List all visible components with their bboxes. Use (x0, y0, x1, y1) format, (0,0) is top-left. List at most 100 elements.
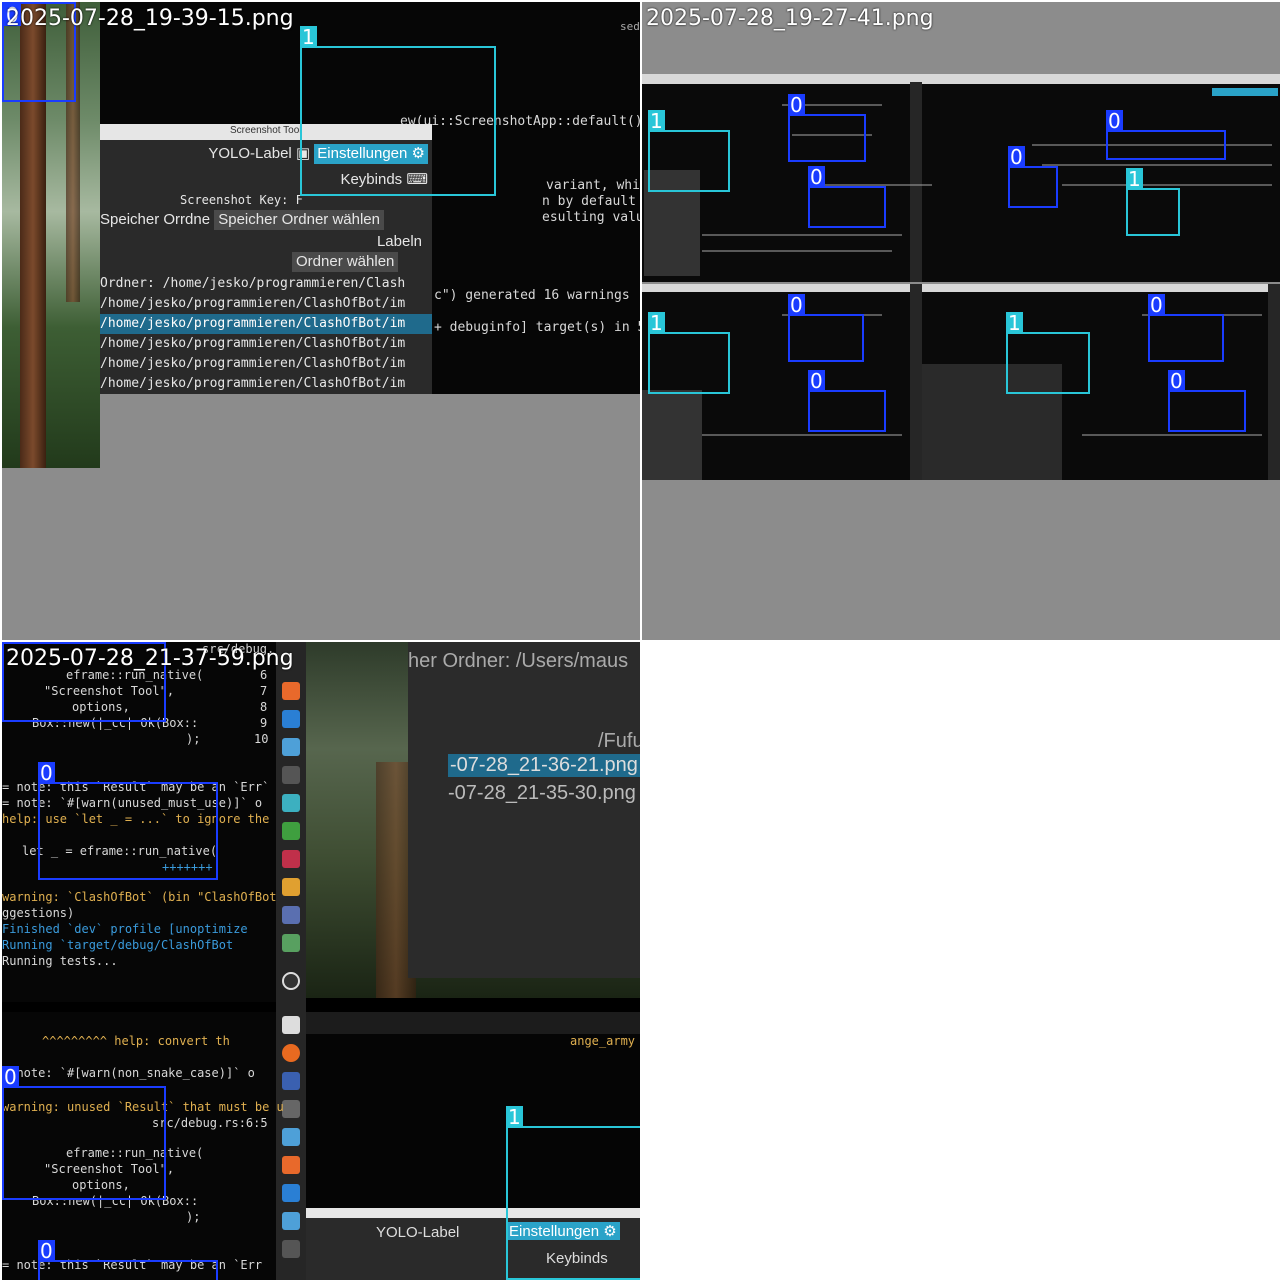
ordner-waehlen-button[interactable]: Ordner wählen (292, 252, 399, 272)
screenshot-key-label: Screenshot Key: F (180, 193, 303, 207)
code-line: c") generated 16 warnings (run (434, 288, 640, 303)
app-icon[interactable] (282, 1156, 300, 1174)
code-line: = note: `#[warn(non_snake_case)]` o (2, 1066, 255, 1080)
code-line: esulting value (542, 210, 640, 225)
bbox-class-0: 0 (808, 166, 886, 228)
line-number: 9 (260, 716, 268, 730)
bbox-class-1: 1 (1126, 168, 1180, 236)
code-line: ange_army (570, 1034, 636, 1048)
bbox-label: 1 (648, 311, 665, 335)
tile-filename: 2025-07-28_21-37-59.png (6, 646, 294, 671)
bbox-label: 0 (1008, 145, 1025, 169)
menu-label-yolo[interactable]: YOLO-Label (208, 145, 291, 162)
minecraft-icon[interactable] (282, 1016, 300, 1034)
app-icon[interactable] (282, 1240, 300, 1258)
bbox-class-0: 0 (1148, 294, 1224, 362)
tile-filename: 2025-07-28_19-27-41.png (646, 6, 934, 31)
line-number: 7 (260, 684, 268, 698)
code-line: warning: `ClashOfBot` (bin "ClashOfBot (2, 890, 277, 904)
bbox-label: 1 (300, 25, 317, 49)
minecraft-icon[interactable] (282, 822, 300, 840)
app-icon[interactable] (282, 766, 300, 784)
bbox-class-1: 1 (506, 1106, 640, 1280)
file-row[interactable]: -07-28_21-35-30.png (448, 782, 636, 805)
menu-row-speicher[interactable]: Speicher Orrdne Speicher Ordner wählen (100, 210, 432, 230)
vscode-icon[interactable] (282, 1184, 300, 1202)
app-icon[interactable] (282, 794, 300, 812)
bbox-label: 0 (808, 165, 825, 189)
bbox-class-0: 0 (788, 294, 864, 362)
code-line: src/debug.rs:6:5 (152, 1116, 268, 1130)
labeln-label[interactable]: Labeln (377, 233, 422, 250)
code-line: + debuginfo] target(s) in 5.4 (434, 320, 640, 335)
file-row[interactable]: /home/jesko/programmieren/ClashOfBot/im (100, 294, 432, 314)
code-line: ); (186, 732, 201, 746)
bbox-label: 0 (788, 293, 805, 317)
bbox-class-1: 1 (300, 26, 496, 196)
code-line: ); (186, 1210, 201, 1224)
fufu-folder[interactable]: /Fufu (598, 730, 640, 753)
menu-row-labeln[interactable]: Labeln (100, 232, 432, 252)
file-row-selected[interactable]: /home/jesko/programmieren/ClashOfBot/im (100, 314, 432, 334)
app-icon[interactable] (282, 850, 300, 868)
bbox-class-1: 1 (648, 312, 730, 394)
mosaic-tile-3: src/debug.rs:5:5 eframe::run_native( "Sc… (2, 642, 640, 1280)
bbox-class-0: 0 (788, 94, 866, 162)
menu-label-yolo[interactable]: YOLO-Label (376, 1224, 459, 1241)
bbox-label: 1 (648, 109, 665, 133)
code-line: Running tests... (2, 954, 118, 968)
bbox-label: 0 (1148, 293, 1165, 317)
bbox-class-1: 1 (648, 110, 730, 192)
menu-row-ordner[interactable]: Ordner wählen (100, 252, 432, 272)
app-icon[interactable] (282, 1072, 300, 1090)
app-icon[interactable] (282, 972, 300, 990)
app-icon[interactable] (282, 1212, 300, 1230)
file-dialog: her Ordner: /Users/maus /Fufu -07-28_21-… (408, 642, 640, 978)
app-icon[interactable] (282, 738, 300, 756)
mosaic-tile-1: ew(ui::ScreenshotApp::default())), varia… (2, 2, 640, 640)
app-icon[interactable] (282, 906, 300, 924)
bbox-label: 0 (38, 761, 55, 785)
app-icon[interactable] (282, 1100, 300, 1118)
mosaic-tile-2: 1 0 0 0 0 1 1 0 0 1 0 0 2025-07-28_19-27… (642, 2, 1280, 640)
file-row-selected[interactable]: -07-28_21-36-21.png (448, 754, 640, 777)
code-line: n by default (542, 194, 636, 209)
bbox-label: 1 (1006, 311, 1023, 335)
bbox-label: 0 (788, 93, 805, 117)
bbox-label: 0 (2, 1065, 19, 1089)
bbox-class-0: 0 (808, 370, 886, 432)
tile-filename: 2025-07-28_19-39-15.png (6, 6, 294, 31)
app-icon[interactable] (282, 878, 300, 896)
file-row[interactable]: /home/jesko/programmieren/ClashOfBot/im (100, 374, 432, 394)
bbox-label: 0 (1168, 369, 1185, 393)
bbox-label: 1 (506, 1105, 523, 1129)
bbox-class-0: 0 (1008, 146, 1058, 208)
speicher-label: Speicher Orrdne (100, 211, 211, 228)
code-line: ^^^^^^^^^ help: convert th (42, 1034, 230, 1048)
bbox-class-0: 0 (1168, 370, 1246, 432)
bbox-label: 0 (1106, 109, 1123, 133)
code-line: Running `target/debug/ClashOfBot (2, 938, 234, 952)
bbox-class-0: 0 (38, 762, 218, 880)
app-icon[interactable] (282, 1128, 300, 1146)
app-icon[interactable] (282, 934, 300, 952)
code-line: Finished `dev` profile [unoptimize (2, 922, 248, 936)
bbox-label: 1 (1126, 167, 1143, 191)
app-icon[interactable] (282, 682, 300, 700)
line-number: 8 (260, 700, 268, 714)
speicher-waehlen-button[interactable]: Speicher Ordner wählen (214, 210, 384, 230)
window-title: Screenshot Tool (230, 125, 302, 136)
bbox-class-0: 0 (2, 1066, 166, 1200)
code-line: ggestions) (2, 906, 75, 920)
firefox-icon[interactable] (282, 1044, 300, 1062)
bbox-label: 0 (808, 369, 825, 393)
ordner-path: Ordner: /home/jesko/programmieren/Clash (100, 276, 406, 291)
bbox-label: 0 (38, 1239, 55, 1263)
screenshot-thumb-top (642, 74, 1280, 282)
file-row[interactable]: /home/jesko/programmieren/ClashOfBot/im (100, 334, 432, 354)
file-row[interactable]: /home/jesko/programmieren/ClashOfBot/im (100, 354, 432, 374)
code-line: variant, which should be har (546, 178, 640, 193)
vscode-icon[interactable] (282, 710, 300, 728)
bbox-class-0: 0 (38, 1240, 218, 1280)
line-number: 10 (254, 732, 269, 746)
